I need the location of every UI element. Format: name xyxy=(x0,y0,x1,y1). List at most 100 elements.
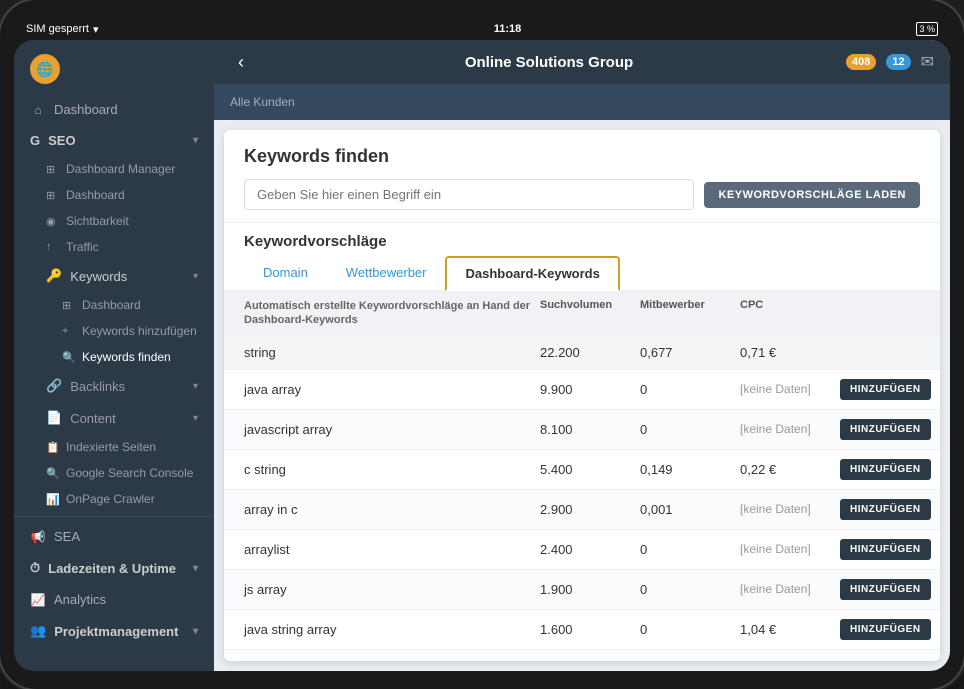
kw-add-label: Keywords hinzufügen xyxy=(82,324,197,338)
dashboard-seo-icon: ⊞ xyxy=(46,189,60,202)
logo-icon: 🌐 xyxy=(30,54,60,84)
kw-dashboard-label: Dashboard xyxy=(82,298,141,312)
cell-suchvolumen: 1.900 xyxy=(540,582,640,597)
tab-wettbewerber[interactable]: Wettbewerber xyxy=(327,256,446,291)
ladezeiten-label: Ladezeiten & Uptime xyxy=(48,561,176,576)
analytics-label: Analytics xyxy=(54,592,106,607)
cell-action: HINZUFÜGEN xyxy=(840,619,920,640)
sidebar-item-keywords-dashboard[interactable]: ⊞ Dashboard xyxy=(14,292,214,318)
sidebar-item-dashboard-manager[interactable]: ⊞ Dashboard Manager xyxy=(14,156,214,182)
sidebar-item-content[interactable]: 📄 Content ▾ xyxy=(14,402,214,434)
cell-action: HINZUFÜGEN xyxy=(840,459,920,480)
sidebar-traffic-label: Traffic xyxy=(66,240,99,254)
cell-mitbewerber: 0 xyxy=(640,622,740,637)
tab-domain[interactable]: Domain xyxy=(244,256,327,291)
sidebar-item-sichtbarkeit[interactable]: ◉ Sichtbarkeit xyxy=(14,208,214,234)
cell-mitbewerber: 0,677 xyxy=(640,345,740,360)
mail-icon[interactable]: ✉ xyxy=(921,52,934,72)
add-keyword-button[interactable]: HINZUFÜGEN xyxy=(840,619,931,640)
col-mitbewerber-header: Mitbewerber xyxy=(640,299,740,328)
indexierte-label: Indexierte Seiten xyxy=(66,440,156,454)
cell-action: HINZUFÜGEN xyxy=(840,499,920,520)
sidebar-item-seo[interactable]: G SEO ▾ xyxy=(14,125,214,156)
keywords-icon: 🔑 xyxy=(46,268,62,284)
cell-action: HINZUFÜGEN xyxy=(840,539,920,560)
g-icon: G xyxy=(30,133,40,148)
back-button[interactable]: ‹ xyxy=(230,48,252,77)
cell-mitbewerber: 0 xyxy=(640,422,740,437)
sidebar-item-google-search[interactable]: 🔍 Google Search Console xyxy=(14,460,214,486)
col-cpc-header: CPC xyxy=(740,299,840,328)
sidebar-item-dashboard[interactable]: ⌂ Dashboard xyxy=(14,94,214,125)
gsc-icon: 🔍 xyxy=(46,467,60,480)
content-panel: Keywords finden KEYWORDVORSCHLÄGE LADEN … xyxy=(214,120,950,671)
add-keyword-button[interactable]: HINZUFÜGEN xyxy=(840,379,931,400)
tab-dashboard-keywords[interactable]: Dashboard-Keywords xyxy=(445,256,619,291)
sichtbarkeit-icon: ◉ xyxy=(46,215,60,228)
cell-keyword: js array xyxy=(244,582,540,597)
sidebar-item-sea[interactable]: 📢 SEA xyxy=(14,521,214,552)
sidebar-item-indexierte-seiten[interactable]: 📋 Indexierte Seiten xyxy=(14,434,214,460)
sub-nav-link[interactable]: Alle Kunden xyxy=(230,95,295,109)
sidebar-item-ladezeiten[interactable]: ⏱ Ladezeiten & Uptime ▾ xyxy=(14,552,214,584)
backlinks-chevron: ▾ xyxy=(193,381,198,392)
cell-suchvolumen: 22.200 xyxy=(540,345,640,360)
sidebar: 🌐 ⌂ Dashboard G SEO ▾ ⊞ Dashboard Manage… xyxy=(14,40,214,671)
keyword-table: string 22.200 0,677 0,71 € java array 9.… xyxy=(224,336,940,650)
backlinks-label: Backlinks xyxy=(70,379,125,394)
notification-badge-2[interactable]: 12 xyxy=(886,54,910,70)
sidebar-item-keywords[interactable]: 🔑 Keywords ▾ xyxy=(14,260,214,292)
status-bar: SIM gesperrt ▾ 11:18 3 % xyxy=(14,18,950,40)
table-row: array in c 2.900 0,001 [keine Daten] HIN… xyxy=(224,490,940,530)
main-content: ‹ Online Solutions Group 408 12 ✉ Alle K… xyxy=(214,40,950,671)
tabs-row: Domain Wettbewerber Dashboard-Keywords xyxy=(224,256,940,291)
logo-area: 🌐 xyxy=(14,40,214,94)
cell-cpc: [keine Daten] xyxy=(740,582,840,596)
kw-find-icon: 🔍 xyxy=(62,351,76,364)
home-icon: ⌂ xyxy=(30,103,46,117)
add-keyword-button[interactable]: HINZUFÜGEN xyxy=(840,579,931,600)
sidebar-item-keywords-hinzufuegen[interactable]: + Keywords hinzufügen xyxy=(14,318,214,344)
analytics-icon: 📈 xyxy=(30,593,46,607)
ladezeiten-icon: ⏱ xyxy=(30,560,40,576)
add-keyword-button[interactable]: HINZUFÜGEN xyxy=(840,459,931,480)
wifi-icon: ▾ xyxy=(93,23,99,36)
sub-bar: Alle Kunden xyxy=(214,84,950,120)
seo-chevron: ▾ xyxy=(193,135,198,146)
keywords-chevron: ▾ xyxy=(193,271,198,282)
add-keyword-button[interactable]: HINZUFÜGEN xyxy=(840,499,931,520)
projekt-icon: 👥 xyxy=(30,623,46,639)
table-row: javascript array 8.100 0 [keine Daten] H… xyxy=(224,410,940,450)
sim-status: SIM gesperrt xyxy=(26,23,89,35)
kw-find-label: Keywords finden xyxy=(82,350,171,364)
cell-cpc: 0,71 € xyxy=(740,345,840,360)
add-keyword-button[interactable]: HINZUFÜGEN xyxy=(840,419,931,440)
notification-badge-1[interactable]: 408 xyxy=(846,54,876,70)
dashboard-manager-icon: ⊞ xyxy=(46,163,60,176)
content-label: Content xyxy=(70,411,116,426)
kw-dashboard-icon: ⊞ xyxy=(62,299,76,312)
table-row: js array 1.900 0 [keine Daten] HINZUFÜGE… xyxy=(224,570,940,610)
add-keyword-button[interactable]: HINZUFÜGEN xyxy=(840,539,931,560)
indexierte-icon: 📋 xyxy=(46,441,60,454)
table-row: java string array 1.600 0 1,04 € HINZUFÜ… xyxy=(224,610,940,650)
kw-add-icon: + xyxy=(62,325,76,337)
cell-mitbewerber: 0 xyxy=(640,382,740,397)
sidebar-item-projektmanagement[interactable]: 👥 Projektmanagement ▾ xyxy=(14,615,214,647)
col-suchvolumen-header: Suchvolumen xyxy=(540,299,640,328)
sidebar-item-keywords-finden[interactable]: 🔍 Keywords finden xyxy=(14,344,214,370)
sidebar-item-onpage-crawler[interactable]: 📊 OnPage Crawler xyxy=(14,486,214,512)
sea-label: SEA xyxy=(54,529,80,544)
cell-mitbewerber: 0,001 xyxy=(640,502,740,517)
sidebar-item-traffic[interactable]: ↑ Traffic xyxy=(14,234,214,260)
content-icon: 📄 xyxy=(46,410,62,426)
traffic-icon: ↑ xyxy=(46,241,60,253)
sidebar-item-analytics[interactable]: 📈 Analytics xyxy=(14,584,214,615)
sidebar-item-dashboard-seo[interactable]: ⊞ Dashboard xyxy=(14,182,214,208)
table-row: string 22.200 0,677 0,71 € xyxy=(224,336,940,370)
load-suggestions-button[interactable]: KEYWORDVORSCHLÄGE LADEN xyxy=(704,182,920,208)
seo-label: SEO xyxy=(48,133,75,148)
backlinks-icon: 🔗 xyxy=(46,378,62,394)
sidebar-item-backlinks[interactable]: 🔗 Backlinks ▾ xyxy=(14,370,214,402)
keyword-search-input[interactable] xyxy=(244,179,694,210)
